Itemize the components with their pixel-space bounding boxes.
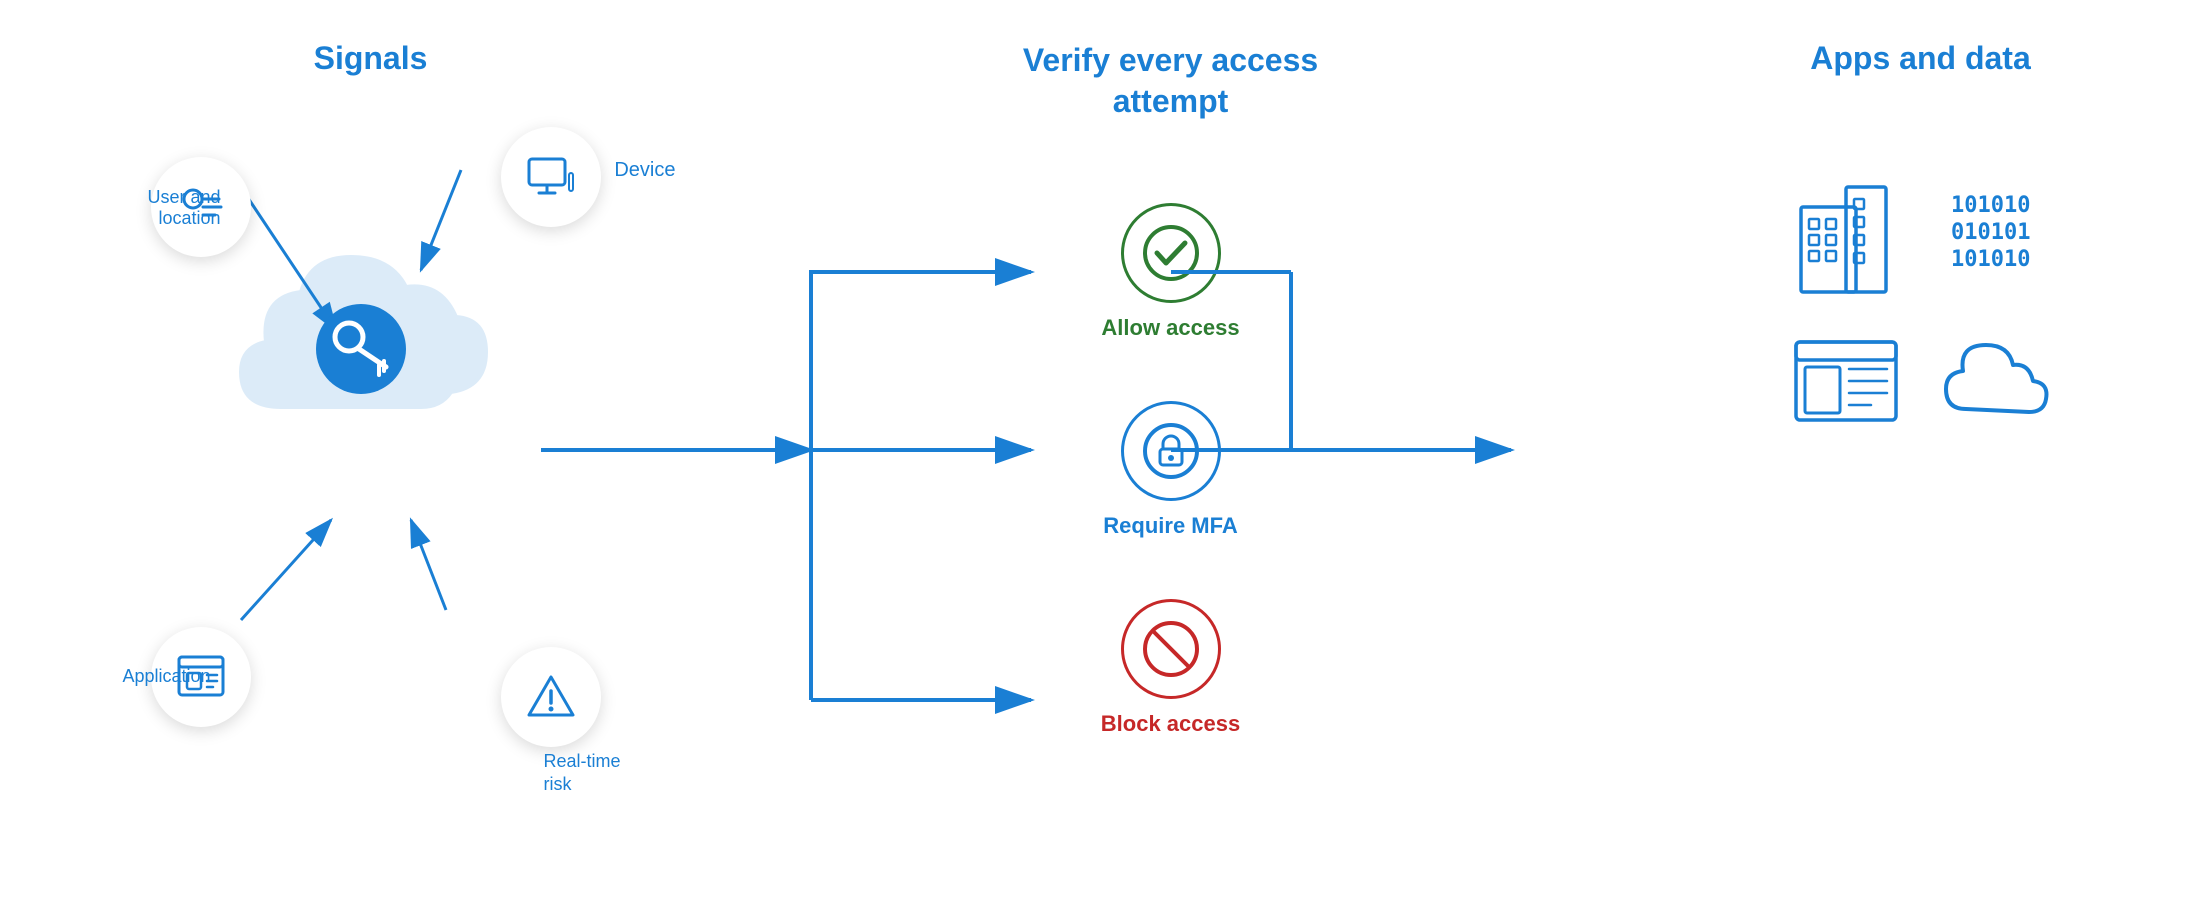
mfa-label: Require MFA xyxy=(1103,513,1237,539)
lock-mfa-icon xyxy=(1141,421,1201,481)
user-location-label: User andlocation xyxy=(121,187,221,229)
block-icon xyxy=(1121,599,1221,699)
cloud-icon-wrapper xyxy=(1941,337,2051,427)
cloud-key-icon xyxy=(221,237,501,457)
apps-section: Apps and data xyxy=(1731,40,2111,860)
checkmark-icon xyxy=(1141,223,1201,283)
building-icon-wrapper xyxy=(1791,177,1901,297)
device-icon xyxy=(525,151,577,203)
require-mfa-item: Require MFA xyxy=(1103,401,1237,539)
verify-items: Allow access Require MFA xyxy=(1101,203,1240,737)
allow-label: Allow access xyxy=(1101,315,1239,341)
risk-icon xyxy=(525,671,577,723)
svg-text:101010: 101010 xyxy=(1951,247,2030,272)
apps-grid: 101010 010101 101010 xyxy=(1791,177,2051,427)
allow-access-item: Allow access xyxy=(1101,203,1239,341)
browser-app-icon xyxy=(1791,337,1901,427)
cloud-icon xyxy=(1941,337,2051,427)
cloud-container xyxy=(221,237,501,457)
verify-section: Verify every accessattempt Allow access xyxy=(991,40,1351,860)
svg-text:101010: 101010 xyxy=(1951,193,2030,218)
mfa-icon xyxy=(1121,401,1221,501)
building-icon xyxy=(1791,177,1901,297)
allow-icon xyxy=(1121,203,1221,303)
signals-layout: User andlocation Device xyxy=(131,107,611,807)
application-label: Application xyxy=(101,666,211,687)
block-label: Block access xyxy=(1101,711,1240,737)
binary-data-icon: 101010 010101 101010 xyxy=(1946,177,2046,297)
block-icon-svg xyxy=(1141,619,1201,679)
risk-label: Real-timerisk xyxy=(543,750,620,797)
risk-circle xyxy=(501,647,601,747)
data-icon-wrapper: 101010 010101 101010 xyxy=(1941,177,2051,297)
diagram: Signals User andlocation xyxy=(51,20,2151,880)
device-circle xyxy=(501,127,601,227)
apps-title: Apps and data xyxy=(1810,40,2030,77)
svg-text:010101: 010101 xyxy=(1951,220,2030,245)
device-label: Device xyxy=(614,159,675,182)
app-icon-wrapper xyxy=(1791,337,1901,427)
block-access-item: Block access xyxy=(1101,599,1240,737)
signals-section: Signals User andlocation xyxy=(91,40,651,860)
signals-title: Signals xyxy=(314,40,428,77)
verify-title: Verify every accessattempt xyxy=(1023,40,1318,123)
